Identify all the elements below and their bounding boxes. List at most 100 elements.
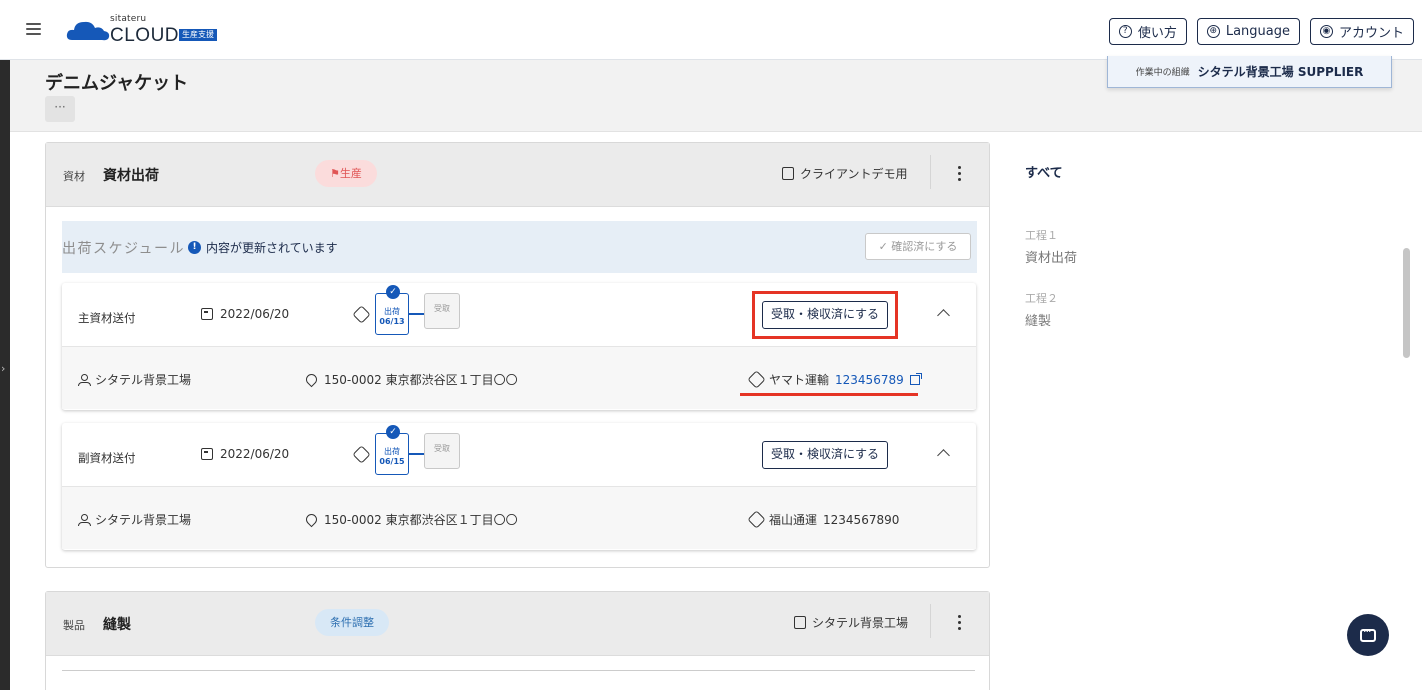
step-received: 受取 [424,293,460,329]
globe-icon: ⊕ [1206,25,1220,38]
flag-icon: ⚑ [330,167,340,180]
package-icon [352,445,371,464]
address: 150-0002 東京都渋谷区１丁目〇〇 [303,511,518,528]
chevron-up-icon[interactable] [937,449,950,462]
current-organization[interactable]: 作業中の組織 シタテル背景工場 SUPPLIER [1107,56,1392,88]
receiver: シタテル背景工場 [78,371,191,388]
shipment-name: 主資材送付 [78,311,136,325]
process-sidebar: すべて 工程１ 資材出荷 工程２ 縫製 [1025,162,1225,329]
tracking-number: 1234567890 [823,512,900,527]
step-received: 受取 [424,433,460,469]
package-icon [352,305,371,324]
shipment-date: 2022/06/20 [201,447,289,461]
sidebar-step-2[interactable]: 工程２ 縫製 [1025,290,1225,329]
step-shipped-date: 06/15 [379,457,405,466]
client-label: クライアントデモ用 [782,165,908,182]
address: 150-0002 東京都渋谷区１丁目〇〇 [303,371,518,388]
filter-all[interactable]: すべて [1025,162,1225,181]
org-label: 作業中の組織 [1135,68,1190,78]
cloud-logo-icon [66,21,110,41]
shipment-card: 主資材送付 2022/06/20 ✓ 出荷 06/13 受取 受取・検収済にする… [62,283,976,410]
schedule-header: 出荷スケジュール ! 内容が更新されています ✓ 確認済にする [62,221,977,273]
schedule-title: 出荷スケジュール [62,241,186,257]
menu-icon[interactable] [26,23,41,35]
client-badge-icon [782,167,794,180]
account-button-label: アカウント [1338,26,1404,41]
step-shipped-date: 06/13 [379,317,405,326]
header-actions: ? 使い方 ⊕ Language ◉ アカウント [1108,18,1414,45]
step-shipped-label: 出荷 [384,307,400,316]
divider [930,604,931,638]
kebab-menu-icon[interactable] [952,159,966,187]
chevron-right-icon[interactable]: › [1,362,5,375]
calendar-icon [201,308,213,320]
person-icon [78,513,91,526]
step-label: 工程２ [1025,292,1058,305]
accept-inspected-button[interactable]: 受取・検収済にする [762,301,888,329]
card-category: 資材 [63,170,85,183]
chat-icon [1360,625,1376,642]
step-connector [409,313,424,315]
language-button[interactable]: ⊕ Language [1196,18,1300,45]
location-pin-icon [303,371,320,388]
package-icon [747,370,766,389]
card-title: 縫製 [103,617,131,633]
shipment-details: シタテル背景工場 150-0002 東京都渋谷区１丁目〇〇 福山通運 12345… [62,487,976,549]
accept-inspected-button[interactable]: 受取・検収済にする [762,441,888,469]
shipment-card: 副資材送付 2022/06/20 ✓ 出荷 06/15 受取 受取・検収済にする… [62,423,976,550]
shipment-summary: 副資材送付 2022/06/20 ✓ 出荷 06/15 受取 受取・検収済にする [62,423,976,487]
step-value: 縫製 [1025,314,1052,329]
package-icon [747,510,766,529]
receiver-name: シタテル背景工場 [95,373,192,387]
scrollbar[interactable] [1403,248,1410,358]
info-icon: ! [188,241,201,254]
card-title: 資材出荷 [103,168,159,184]
card-category: 製品 [63,619,85,632]
sidebar-step-1[interactable]: 工程１ 資材出荷 [1025,227,1225,266]
page-title: デニムジャケット [45,73,189,94]
receiver-name: シタテル背景工場 [95,513,192,527]
help-button-label: 使い方 [1137,26,1177,41]
building-icon [794,616,806,629]
person-icon [78,373,91,386]
divider [930,155,931,189]
shipment-summary: 主資材送付 2022/06/20 ✓ 出荷 06/13 受取 受取・検収済にする [62,283,976,347]
more-options-button[interactable]: ··· [45,96,75,122]
check-circle-icon: ✓ [386,285,400,299]
status-badge: ⚑生産 [315,160,377,187]
account-icon: ◉ [1319,25,1333,38]
help-circle-icon: ? [1118,25,1132,38]
product-sewing-card: 製品 縫製 条件調整 シタテル背景工場 [45,591,990,690]
top-bar: sitateru CLOUD 生産支援 ? 使い方 ⊕ Language ◉ ア… [0,0,1422,60]
update-notice-text: 内容が更新されています [206,241,338,255]
highlight-underline [740,393,918,396]
update-notice: ! 内容が更新されています [188,239,338,256]
carrier-info: 福山通運 1234567890 [747,510,900,529]
shipment-date-text: 2022/06/20 [220,307,290,321]
shipment-details: シタテル背景工場 150-0002 東京都渋谷区１丁目〇〇 ヤマト運輸 1234… [62,347,976,409]
account-button[interactable]: ◉ アカウント [1309,18,1414,45]
location-pin-icon [303,511,320,528]
factory-label: シタテル背景工場 [794,614,908,631]
chevron-up-icon[interactable] [937,309,950,322]
card-header: 資材 資材出荷 ⚑生産 クライアントデモ用 [46,143,989,207]
status-text: 生産 [339,167,362,180]
external-link-icon[interactable] [909,372,922,385]
mark-confirmed-button[interactable]: ✓ 確認済にする [865,233,971,260]
app-logo[interactable]: sitateru CLOUD 生産支援 [66,12,236,46]
step-value: 資材出荷 [1025,251,1078,266]
chat-button[interactable] [1347,614,1389,656]
check-icon: ✓ [878,240,892,253]
logo-badge: 生産支援 [179,29,217,41]
help-button[interactable]: ? 使い方 [1108,18,1187,45]
kebab-menu-icon[interactable] [952,608,966,636]
card-header: 製品 縫製 条件調整 シタテル背景工場 [46,592,989,656]
carrier-name: 福山通運 [769,513,818,527]
carrier-name: ヤマト運輸 [769,373,830,387]
material-shipping-card: 資材 資材出荷 ⚑生産 クライアントデモ用 出荷スケジュール ! 内容が更新され… [45,142,990,568]
shipment-date-text: 2022/06/20 [220,447,290,461]
language-button-label: Language [1225,24,1290,39]
tracking-link[interactable]: 123456789 [835,373,904,387]
shipment-name: 副資材送付 [78,451,136,465]
step-connector [409,453,424,455]
